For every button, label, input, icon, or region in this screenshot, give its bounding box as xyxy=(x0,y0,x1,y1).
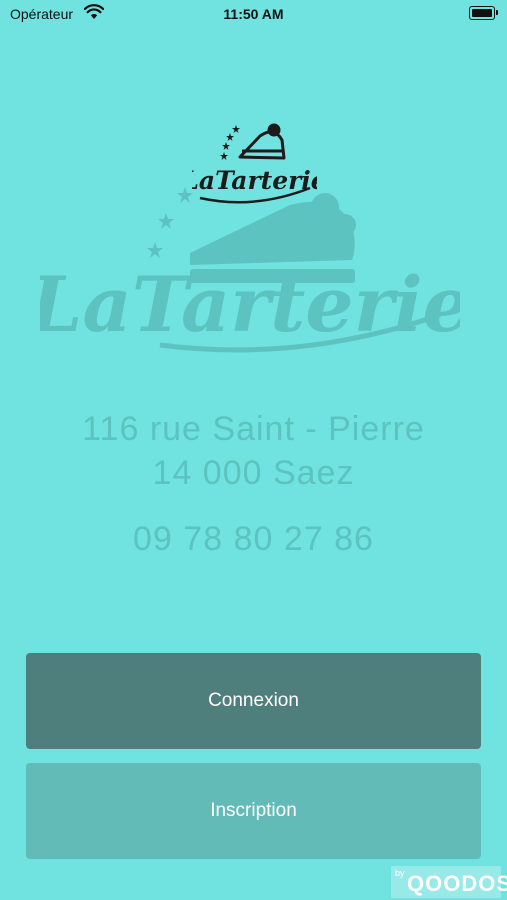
small-pie-icon xyxy=(238,123,286,160)
signup-button-label: Inscription xyxy=(210,800,297,821)
watermark-brand: QOODOS xyxy=(407,871,507,896)
login-button-label: Connexion xyxy=(208,690,299,711)
big-logo-text: LaTarterie xyxy=(40,260,460,349)
battery-icon xyxy=(469,6,498,20)
status-bar: Opérateur 11:50 AM xyxy=(0,0,507,28)
small-logo-stars-icon xyxy=(220,125,240,160)
phone-number[interactable]: 09 78 80 27 86 xyxy=(0,520,507,559)
signup-button[interactable]: Inscription xyxy=(26,763,481,859)
watermark-by: by xyxy=(395,868,405,878)
qodos-watermark: by QOODOS xyxy=(391,866,507,898)
big-logo-stars-icon xyxy=(147,187,193,258)
login-button[interactable]: Connexion xyxy=(26,653,481,749)
address-line-1: 116 rue Saint - Pierre xyxy=(82,410,425,448)
address-line-2: 14 000 Saez xyxy=(152,454,355,492)
big-faded-logo: LaTarterie xyxy=(27,185,471,360)
clock: 11:50 AM xyxy=(223,6,284,22)
